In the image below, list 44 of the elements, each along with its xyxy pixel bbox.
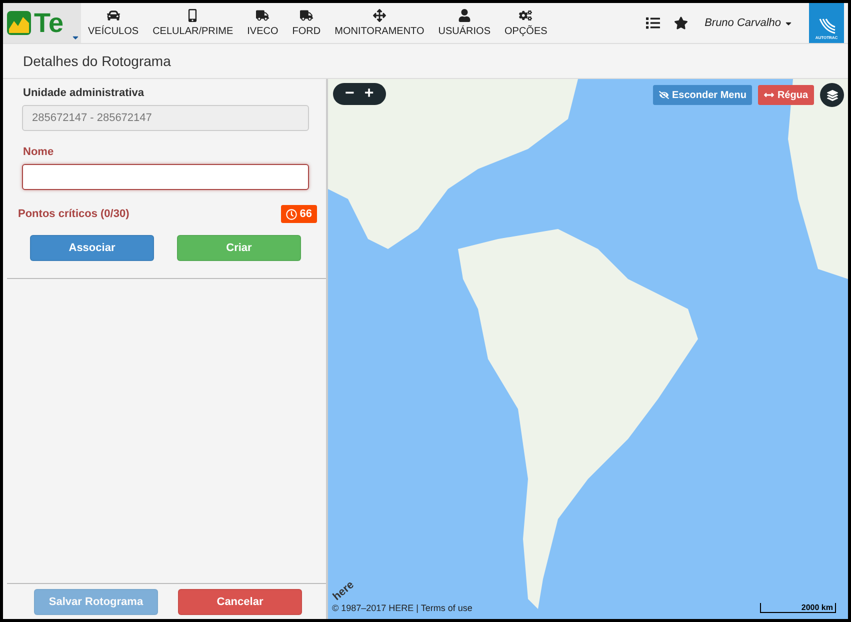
zoom-button[interactable]: − — [342, 85, 358, 103]
nav-label: USUÁRIOS — [438, 26, 490, 37]
nav-item[interactable]: VEÍCULOS — [81, 3, 146, 43]
truck-icon — [300, 9, 313, 22]
scale-bar: 2000 km — [760, 603, 836, 613]
user-icon — [458, 9, 471, 22]
logo-text: Te — [34, 8, 64, 38]
map-logo: here — [330, 578, 356, 604]
map-button[interactable]: Esconder Menu — [652, 85, 752, 105]
page-title: Detalhes do Rotograma — [23, 53, 171, 69]
cancel-button[interactable]: Cancelar — [178, 589, 302, 615]
nav-label: OPÇÕES — [504, 26, 548, 37]
clock-icon — [286, 208, 297, 220]
chart-icon — [7, 11, 31, 35]
nav-item[interactable]: OPÇÕES — [498, 3, 554, 43]
action-button[interactable]: Associar — [30, 235, 154, 261]
count-badge: 66 — [280, 205, 317, 223]
eye-slash-icon — [658, 90, 669, 100]
nav-label: FORD — [292, 26, 321, 37]
points-label: Pontos críticos (0/30) — [18, 208, 130, 220]
name-field[interactable] — [22, 164, 309, 190]
nav-label: IVECO — [247, 26, 278, 37]
map-view[interactable]: − + Esconder Menu Régua here © 1987–2017 HERE | Terms of use 2000 km — [328, 79, 848, 619]
nav-item[interactable]: CELULAR/PRIME — [146, 3, 240, 43]
map-button[interactable]: Régua — [758, 85, 814, 105]
double-arrow-icon — [764, 90, 774, 100]
field-label: Nome — [23, 146, 55, 158]
truck-icon — [256, 9, 270, 22]
car-icon — [106, 9, 120, 22]
nav-item[interactable]: MONITORAMENTO — [328, 3, 432, 43]
nav-label: MONITORAMENTO — [334, 26, 424, 37]
mobile-icon — [186, 9, 200, 22]
user-menu[interactable]: Bruno Carvalho — [694, 3, 809, 43]
nav-item[interactable]: USUÁRIOS — [431, 3, 498, 43]
cogs-icon — [519, 9, 532, 22]
nav-item[interactable]: IVECO — [240, 3, 286, 43]
nav-label: CELULAR/PRIME — [152, 26, 234, 37]
zoom-button[interactable]: + — [361, 85, 377, 103]
map-copyright: © 1987–2017 HERE | Terms of use — [332, 603, 472, 613]
swoosh-icon — [816, 17, 836, 35]
nav-label: VEÍCULOS — [88, 26, 139, 37]
nav-item[interactable]: FORD — [285, 3, 328, 43]
move-icon — [372, 9, 386, 22]
field-label: Unidade administrativa — [23, 87, 146, 99]
